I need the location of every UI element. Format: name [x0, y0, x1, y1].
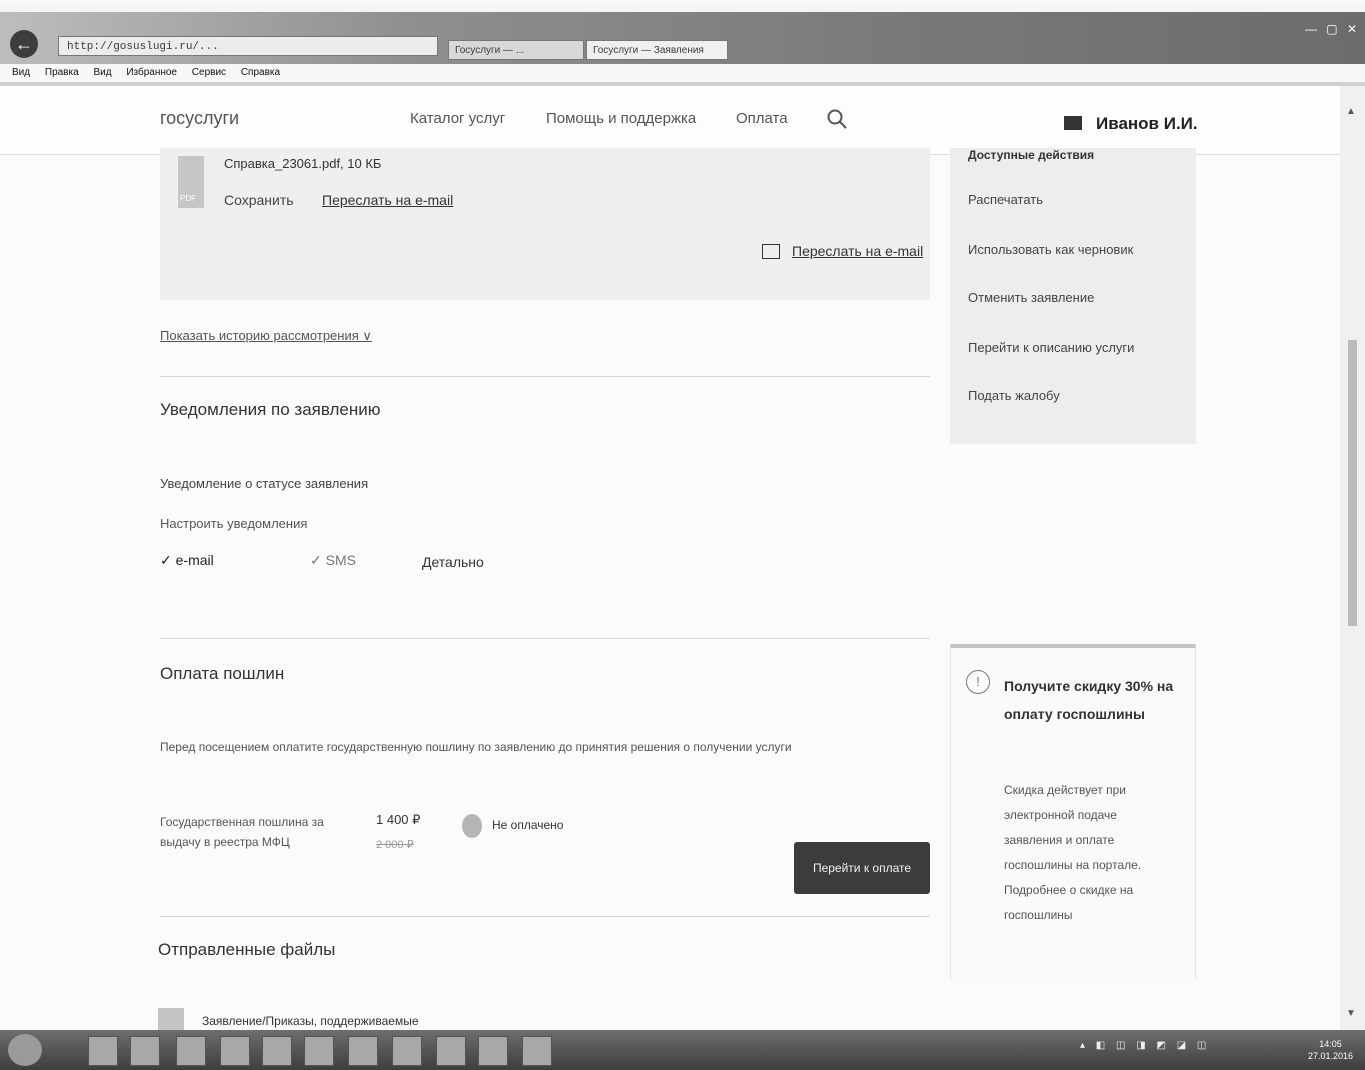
menu-item[interactable]: Справка — [241, 64, 280, 82]
fee-name: Государственная пошлина за выдачу в реес… — [160, 815, 324, 849]
payment-heading: Оплата пошлин — [160, 664, 285, 683]
taskbar-app-icon[interactable] — [220, 1036, 250, 1066]
taskbar-app-icon[interactable] — [304, 1036, 334, 1066]
payment-status-icon — [462, 814, 482, 838]
discount-text: Скидка действует при электронной подаче … — [1004, 783, 1142, 922]
payment-status: Не оплачено — [492, 818, 564, 832]
taskbar-app-icon[interactable] — [348, 1036, 378, 1066]
divider — [160, 916, 930, 917]
info-icon: ! — [966, 670, 990, 694]
action-service-description[interactable]: Перейти к описанию услуги — [968, 340, 1134, 355]
save-file-link[interactable]: Сохранить — [224, 192, 294, 208]
nav-catalog[interactable]: Каталог услуг — [410, 110, 505, 127]
payment-note: Перед посещением оплатите государственну… — [160, 740, 792, 754]
action-cancel-application[interactable]: Отменить заявление — [968, 290, 1094, 305]
address-bar[interactable]: http://gosuslugi.ru/... — [58, 36, 438, 56]
clock[interactable]: 14:05 27.01.2016 — [1308, 1038, 1353, 1062]
browser-tab[interactable]: Госуслуги — ... — [448, 40, 584, 60]
menu-item[interactable]: Вид — [12, 64, 30, 82]
nav-help[interactable]: Помощь и поддержка — [546, 110, 696, 127]
sent-files-heading: Отправленные файлы — [158, 940, 336, 959]
search-icon[interactable] — [826, 108, 848, 130]
actions-title: Доступные действия — [968, 148, 1095, 162]
action-use-as-draft[interactable]: Использовать как черновик — [968, 242, 1133, 257]
divider — [160, 376, 930, 377]
fee-amount: 1 400 ₽ — [376, 812, 421, 827]
history-toggle[interactable]: Показать историю рассмотрения ∨ — [160, 328, 372, 344]
nav-payment[interactable]: Оплата — [736, 110, 788, 127]
menu-item[interactable]: Вид — [93, 64, 111, 82]
resend-email-link[interactable]: Переслать на e-mail — [792, 243, 923, 259]
mail-icon — [1064, 116, 1082, 130]
action-file-complaint[interactable]: Подать жалобу — [968, 388, 1060, 403]
scroll-down-icon[interactable]: ▼ — [1346, 1008, 1356, 1019]
notification-settings-link[interactable]: Настроить уведомления — [160, 516, 307, 531]
taskbar-app-icon[interactable] — [130, 1036, 160, 1066]
browser-tab-active[interactable]: Госуслуги — Заявления — [586, 40, 728, 60]
channel-sms-checkbox[interactable]: ✓ SMS — [310, 552, 356, 569]
action-print[interactable]: Распечатать — [968, 192, 1043, 207]
file-name: Справка_23061.pdf, 10 КБ — [224, 156, 382, 171]
menu-item[interactable]: Избранное — [126, 64, 177, 82]
channel-email-checkbox[interactable]: ✓ e-mail — [160, 552, 214, 569]
site-logo[interactable]: госуслуги — [160, 108, 239, 129]
menu-item[interactable]: Сервис — [192, 64, 226, 82]
taskbar-app-icon[interactable] — [522, 1036, 552, 1066]
scroll-up-icon[interactable]: ▲ — [1346, 106, 1356, 117]
taskbar-app-icon[interactable] — [176, 1036, 206, 1066]
back-button[interactable]: ← — [10, 30, 38, 58]
start-button[interactable] — [8, 1034, 42, 1066]
pay-button[interactable]: Перейти к оплате — [794, 842, 930, 894]
sent-file-link[interactable]: Заявление/Приказы, поддерживаемые — [202, 1014, 419, 1028]
user-name: Иванов И.И. — [1096, 114, 1198, 133]
menu-item[interactable]: Правка — [45, 64, 79, 82]
status-notification-label: Уведомление о статусе заявления — [160, 476, 369, 491]
pdf-file-tag: PDF — [180, 194, 196, 203]
window-controls[interactable]: — ▢ ✕ — [1300, 22, 1360, 62]
mail-icon — [762, 244, 780, 259]
taskbar-app-icon[interactable] — [262, 1036, 292, 1066]
system-tray[interactable]: ▴ ◧ ◫ ◨ ◩ ◪ ◫ — [1080, 1040, 1210, 1051]
taskbar-app-icon[interactable] — [436, 1036, 466, 1066]
file-icon — [158, 1008, 184, 1030]
user-menu[interactable]: Иванов И.И. — [1064, 114, 1198, 134]
divider — [160, 638, 930, 639]
details-link[interactable]: Детально — [422, 554, 484, 570]
notifications-heading: Уведомления по заявлению — [160, 400, 381, 419]
taskbar-app-icon[interactable] — [392, 1036, 422, 1066]
browser-menu-bar: Вид Правка Вид Избранное Сервис Справка — [0, 64, 1365, 82]
fee-old-amount: 2 000 ₽ — [376, 839, 414, 851]
scroll-thumb[interactable] — [1348, 340, 1357, 626]
taskbar-app-icon[interactable] — [478, 1036, 508, 1066]
discount-title: Получите скидку 30% на оплату госпошлины — [1004, 678, 1174, 722]
taskbar-app-icon[interactable] — [88, 1036, 118, 1066]
email-file-link[interactable]: Переслать на e-mail — [322, 192, 453, 208]
